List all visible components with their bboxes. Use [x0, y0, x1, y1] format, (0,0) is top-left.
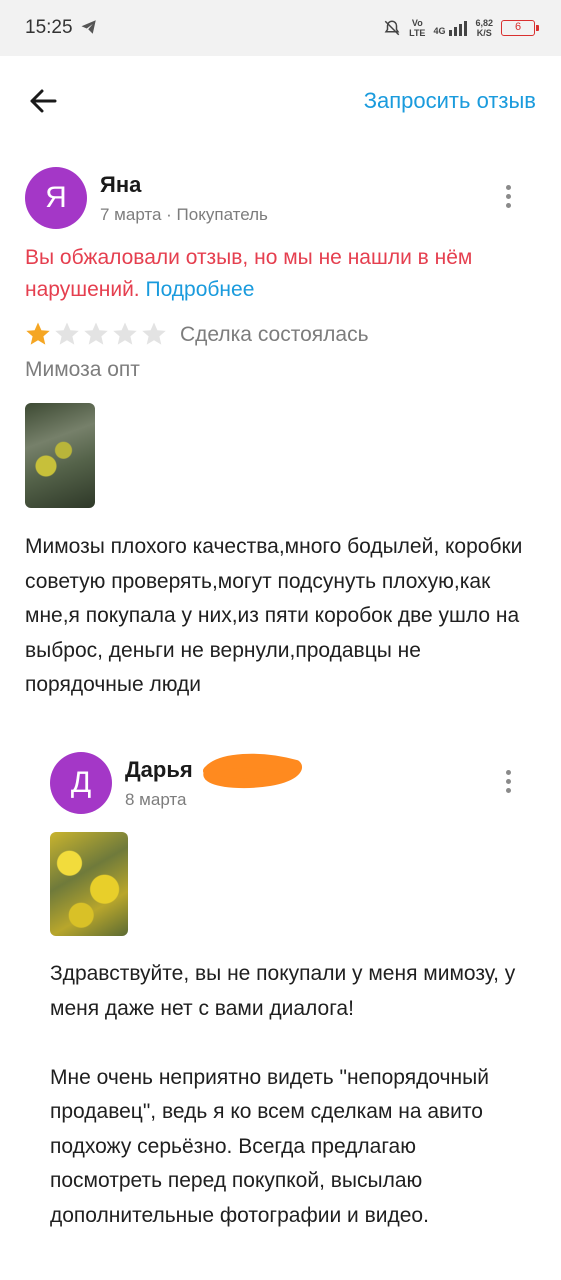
review-meta: 7 марта · Покупатель	[100, 205, 268, 224]
review-text: Мимозы плохого качества,много бодылей, к…	[25, 535, 523, 696]
reply-paragraph: Мне очень неприятно видеть "непорядочный…	[50, 1065, 489, 1227]
product-name: Мимоза опт	[25, 358, 140, 381]
review-author[interactable]: Яна	[100, 172, 141, 198]
4g-signal-icon: 4G	[433, 20, 468, 36]
reply-paragraph: Здравствуйте, вы не покупали у меня мимо…	[50, 962, 516, 1020]
appeal-warning: Вы обжаловали отзыв, но мы не нашли в нё…	[25, 242, 540, 306]
rating-stars	[25, 321, 167, 347]
star-empty-icon	[113, 322, 137, 345]
status-icons: Vo LTE 4G 6,82 K/S 6	[383, 14, 539, 42]
battery-icon: 6	[501, 20, 539, 36]
more-vert-icon[interactable]	[503, 185, 513, 211]
reply-photo[interactable]	[50, 832, 128, 936]
reply-author[interactable]: Дарья	[125, 757, 193, 783]
review-photo[interactable]	[25, 403, 95, 508]
deal-status: Сделка состоялась	[180, 323, 369, 346]
more-vert-icon[interactable]	[503, 770, 513, 796]
reply-text: Здравствуйте, вы не покупали у меня мимо…	[50, 957, 530, 1233]
volte-icon: Vo LTE	[409, 18, 426, 38]
status-bar: 15:25 Vo LTE 4G 6,82 K/S 6	[0, 0, 561, 56]
reply-avatar[interactable]: Д	[50, 752, 112, 814]
more-link[interactable]: Подробнее	[145, 278, 254, 301]
redaction-scribble	[203, 753, 302, 789]
app-bar: Запросить отзыв	[0, 56, 561, 146]
mute-icon	[384, 20, 400, 36]
avatar[interactable]: Я	[25, 167, 87, 229]
network-speed: 6,82 K/S	[475, 18, 493, 38]
telegram-icon	[81, 20, 96, 34]
star-empty-icon	[142, 322, 166, 345]
star-empty-icon	[84, 322, 108, 345]
star-empty-icon	[55, 322, 79, 345]
request-review-button[interactable]: Запросить отзыв	[364, 88, 536, 114]
star-filled-icon	[26, 322, 50, 345]
avatar-letter: Я	[45, 181, 67, 214]
arrow-left-icon[interactable]	[26, 84, 60, 118]
status-time: 15:25	[25, 17, 73, 38]
reply-date: 8 марта	[125, 790, 187, 809]
avatar-letter: Д	[70, 766, 92, 799]
